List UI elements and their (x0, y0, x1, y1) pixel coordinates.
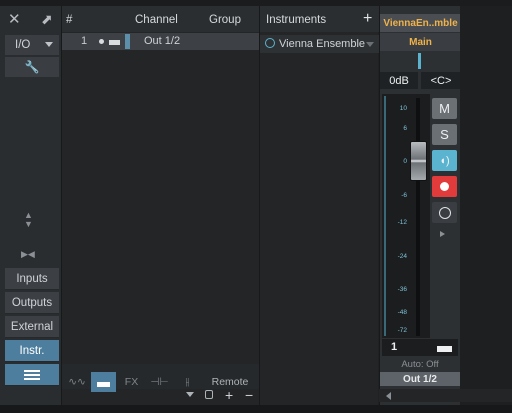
close-icon[interactable]: ✕ (8, 12, 22, 27)
pan-readout[interactable]: <C> (421, 72, 461, 89)
mute-label: M (439, 101, 450, 116)
io-label: I/O (15, 39, 31, 51)
scale-label: 0 (403, 158, 407, 165)
scale-label: -24 (397, 253, 407, 260)
channel-number: 1 (391, 341, 398, 353)
lock-icon[interactable] (205, 390, 213, 399)
horizontal-scrollbar[interactable] (379, 389, 512, 402)
power-icon[interactable] (265, 38, 275, 48)
add-icon[interactable]: + (225, 387, 233, 403)
expand-icon[interactable]: ⬈ (41, 12, 55, 26)
record-icon (440, 182, 449, 191)
automation-status[interactable]: Auto: Off (380, 359, 460, 371)
bottom-edge (0, 405, 512, 413)
wrench-icon[interactable]: 🔧 (5, 57, 59, 77)
fx-button[interactable]: FX (119, 372, 144, 392)
resize-vertical-icon[interactable]: ▲ ▼ (24, 211, 33, 229)
outputs-button[interactable]: Outputs (5, 292, 59, 314)
fader-track (416, 98, 420, 336)
expand-arrow-icon[interactable] (440, 231, 445, 237)
waveform-icon[interactable]: ∿∿ (65, 372, 89, 392)
instruments-header: Instruments + (260, 6, 379, 32)
chevron-down-icon[interactable] (186, 392, 194, 397)
track-list-panel: # Channel Group 1 Out 1/2 ∿∿ FX ⊣⊢ ⫲ Rem… (61, 6, 260, 405)
chevron-down-icon[interactable] (366, 42, 374, 47)
track-list-header: # Channel Group (62, 6, 260, 32)
outputs-label: Outputs (11, 296, 53, 309)
list-item[interactable]: Vienna Ensemble (260, 35, 379, 53)
keyboard-icon (109, 37, 120, 45)
inputs-button[interactable]: Inputs (5, 268, 59, 290)
external-label: External (10, 320, 54, 333)
output-selector[interactable]: Out 1/2 (380, 372, 460, 386)
input-settings-button[interactable] (432, 202, 457, 223)
mute-button[interactable]: M (432, 98, 457, 119)
group-column-header: Group (209, 14, 241, 26)
table-row[interactable]: 1 Out 1/2 (62, 33, 260, 50)
pan-indicator (418, 53, 421, 69)
scale-label: -12 (397, 219, 407, 226)
fader-area: 10 6 0 -6 -12 -24 -36 -48 -72 (382, 94, 430, 338)
left-panel: ✕ ⬈ I/O 🔧 ▲ ▼ ▶◀ Inputs Outputs External … (0, 6, 61, 405)
monitor-icon: ◖) (439, 154, 450, 167)
scale-label: -36 (397, 286, 407, 293)
io-dropdown[interactable]: I/O (5, 35, 59, 55)
channel-footer: 1 (382, 339, 458, 356)
inputs-label: Inputs (16, 272, 48, 285)
channel-name[interactable]: ViennaEn..mble (380, 14, 461, 32)
channel-column-header: Channel (135, 14, 178, 26)
vca-icon[interactable]: ⫲ (175, 372, 200, 392)
fader-handle[interactable] (410, 141, 427, 181)
add-instrument-icon[interactable]: + (363, 10, 372, 28)
bus-selector[interactable]: Main (380, 33, 461, 51)
external-button[interactable]: External (5, 316, 59, 338)
chevron-down-icon (45, 42, 53, 47)
meter-bar (384, 96, 386, 336)
list-icon (24, 369, 40, 380)
record-arm-button[interactable] (432, 176, 457, 197)
instruments-panel: Instruments + Vienna Ensemble (259, 6, 379, 405)
solo-button[interactable]: S (432, 124, 457, 145)
track-output[interactable]: Out 1/2 (144, 35, 180, 47)
resize-horizontal-icon[interactable]: ▶◀ (21, 249, 35, 260)
scale-label: 6 (403, 125, 407, 132)
piano-icon (437, 342, 452, 352)
instrument-name: Vienna Ensemble (279, 38, 366, 50)
scale-label: 10 (399, 105, 407, 112)
scale-label: -72 (397, 327, 407, 334)
volume-readout[interactable]: 0dB (380, 72, 418, 89)
empty-mixer-area (460, 6, 512, 405)
scroll-left-icon[interactable] (386, 392, 391, 400)
gauge-icon (438, 206, 451, 219)
fx-label: FX (124, 376, 139, 388)
fader-scale: 10 6 0 -6 -12 -24 -36 -48 -72 (389, 96, 407, 336)
instrument-filter-button[interactable] (91, 372, 116, 392)
monitor-button[interactable]: ◖) (432, 150, 457, 171)
bus-icon[interactable]: ⊣⊢ (147, 372, 172, 392)
record-dot-icon[interactable] (99, 39, 104, 44)
track-color-chip (125, 34, 130, 49)
piano-icon (97, 377, 110, 387)
scale-label: -6 (401, 192, 407, 199)
instruments-button[interactable]: Instr. (5, 340, 59, 362)
number-column-header: # (66, 14, 73, 26)
instruments-label: Instr. (19, 344, 45, 357)
solo-label: S (440, 127, 449, 142)
list-view-button[interactable] (5, 364, 59, 386)
remove-icon[interactable]: − (245, 387, 253, 403)
instruments-title: Instruments (266, 14, 327, 26)
track-number: 1 (81, 35, 88, 47)
scale-label: -48 (397, 309, 407, 316)
